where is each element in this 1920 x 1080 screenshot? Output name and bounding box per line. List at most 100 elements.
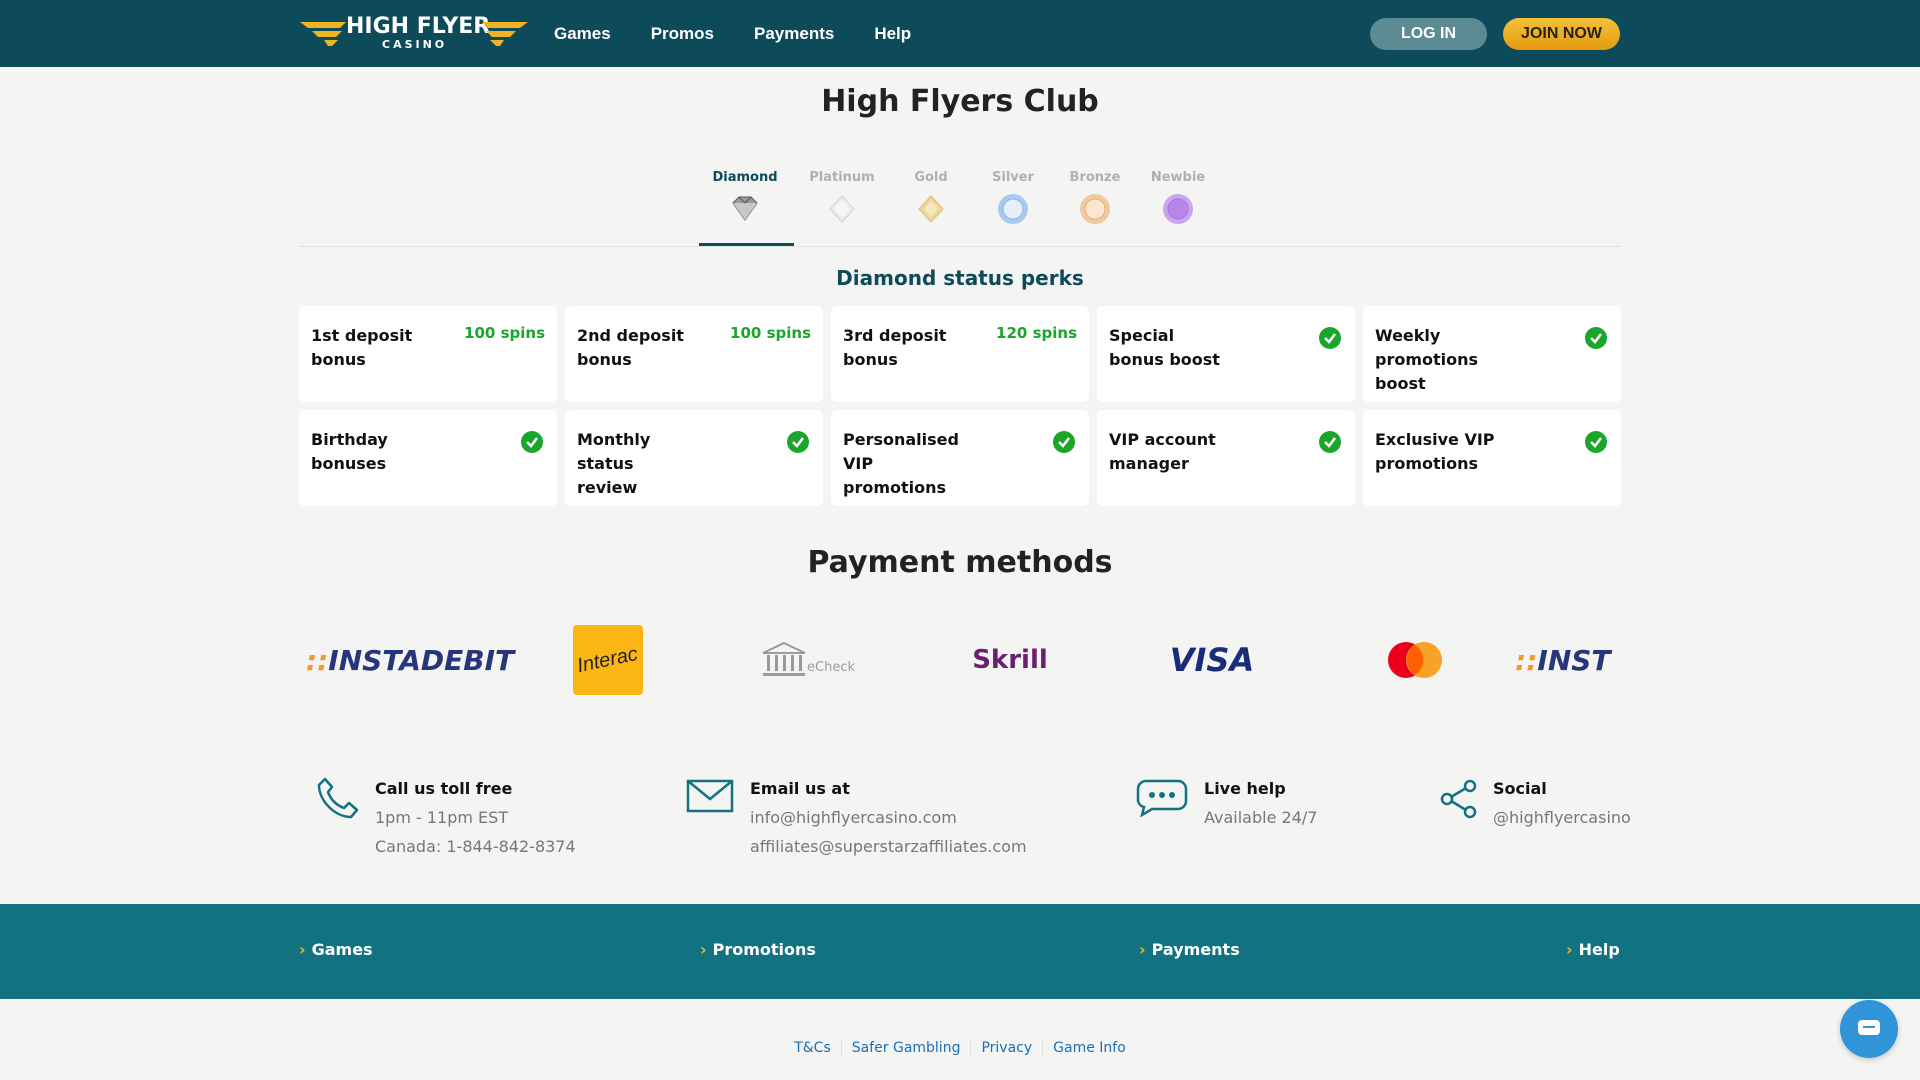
instadebit-logo: ::INSTADEBIT <box>305 643 515 677</box>
perk-card: Personalised VIP promotions <box>831 410 1089 506</box>
phone-icon <box>317 777 359 819</box>
tab-silver[interactable]: Silver <box>968 170 1058 226</box>
legal-safer-gambling[interactable]: Safer Gambling <box>840 1040 971 1056</box>
bronze-medal-icon <box>1080 194 1110 224</box>
contact-email-link[interactable]: info@highflyercasino.com <box>750 808 957 827</box>
interac-text: Interac <box>575 642 641 677</box>
tab-diamond[interactable]: Diamond <box>700 170 790 226</box>
contact-line: 1pm - 11pm EST <box>375 808 509 827</box>
left-wing-icon <box>300 22 346 46</box>
tab-gold[interactable]: Gold <box>886 170 976 226</box>
tier-tabs: Diamond Platinum Gold Silver Bronze Newb… <box>700 170 1220 246</box>
join-now-button[interactable]: JOIN NOW <box>1503 18 1620 50</box>
high-flyer-logo[interactable]: HIGH FLYER CASINO <box>298 14 532 54</box>
diamond-icon <box>732 196 758 221</box>
perk-card: Special bonus boost <box>1097 306 1355 402</box>
legal-links: T&Cs Safer Gambling Privacy Game Info <box>0 1040 1920 1056</box>
check-icon <box>1585 327 1607 349</box>
nav-help[interactable]: Help <box>874 24 911 44</box>
check-icon <box>787 431 809 453</box>
chevron-right-icon: › <box>299 940 306 959</box>
perk-label: 1st deposit bonus <box>311 326 413 369</box>
skrill-text: Skrill <box>972 645 1048 675</box>
nav-promos[interactable]: Promos <box>651 24 714 44</box>
right-wing-icon <box>482 22 528 46</box>
perk-card: 1st deposit bonus 100 spins <box>299 306 557 402</box>
perk-card: 2nd deposit bonus 100 spins <box>565 306 823 402</box>
perk-label: Monthly status review <box>577 430 651 497</box>
tab-label: Platinum <box>809 170 875 185</box>
footer-link-promotions[interactable]: › Promotions <box>700 940 816 959</box>
tabs-divider <box>299 246 1621 247</box>
perk-value: 100 spins <box>464 324 545 342</box>
visa-text: VISA <box>1169 641 1255 679</box>
footer-link-help[interactable]: › Help <box>1566 940 1620 959</box>
echeck-text: eCheck <box>807 659 855 675</box>
perk-label: 3rd deposit bonus <box>843 326 947 369</box>
perks-title: Diamond status perks <box>836 266 1084 290</box>
perk-label: Weekly promotions boost <box>1375 326 1479 393</box>
live-chat-button[interactable] <box>1840 1000 1898 1058</box>
legal-game-info[interactable]: Game Info <box>1042 1040 1136 1056</box>
tab-platinum[interactable]: Platinum <box>797 170 887 226</box>
legal-terms[interactable]: T&Cs <box>784 1040 841 1056</box>
perk-label: Birthday bonuses <box>311 430 388 473</box>
logo-subtitle: CASINO <box>382 38 448 51</box>
main-nav: Games Promos Payments Help <box>554 0 951 67</box>
nav-payments[interactable]: Payments <box>754 24 834 44</box>
check-icon <box>1585 431 1607 453</box>
social-handle-link[interactable]: @highflyercasino <box>1493 808 1631 827</box>
gold-icon <box>918 195 944 223</box>
perk-card: Birthday bonuses <box>299 410 557 506</box>
perk-value: 100 spins <box>730 324 811 342</box>
contact-line[interactable]: Canada: 1-844-842-8374 <box>375 837 576 856</box>
top-header: HIGH FLYER CASINO Games Promos Payments … <box>0 0 1920 67</box>
perk-label: Personalised VIP promotions <box>843 430 959 497</box>
contact-title: Call us toll free <box>375 779 513 798</box>
footer-nav-band <box>0 904 1920 999</box>
chevron-right-icon: › <box>1139 940 1146 959</box>
perk-card: Monthly status review <box>565 410 823 506</box>
chat-bubble-icon <box>1136 779 1188 817</box>
tab-newbie[interactable]: Newbie <box>1133 170 1223 226</box>
perk-card: 3rd deposit bonus 120 spins <box>831 306 1089 402</box>
check-icon <box>521 431 543 453</box>
check-icon <box>1319 431 1341 453</box>
perk-value: 120 spins <box>996 324 1077 342</box>
tab-label: Gold <box>914 170 948 185</box>
mastercard-icon <box>1388 642 1442 678</box>
check-icon <box>1053 431 1075 453</box>
perk-label: 2nd deposit bonus <box>577 326 684 369</box>
bank-icon <box>762 641 806 676</box>
nav-games[interactable]: Games <box>554 24 611 44</box>
tab-label: Diamond <box>712 170 778 185</box>
tab-bronze[interactable]: Bronze <box>1050 170 1140 226</box>
login-button[interactable]: LOG IN <box>1370 18 1487 50</box>
check-icon <box>1319 327 1341 349</box>
legal-privacy[interactable]: Privacy <box>970 1040 1042 1056</box>
contact-email-link[interactable]: affiliates@superstarzaffiliates.com <box>750 837 1027 856</box>
chevron-right-icon: › <box>1566 940 1573 959</box>
share-icon <box>1440 779 1477 819</box>
contact-title: Email us at <box>750 779 850 798</box>
tab-label: Silver <box>992 170 1034 185</box>
club-title: High Flyers Club <box>821 84 1099 119</box>
instadebit-text: INSTADEBIT <box>328 643 515 677</box>
inst-text: INST <box>1537 643 1611 677</box>
footer-link-payments[interactable]: › Payments <box>1139 940 1240 959</box>
perk-label: Special bonus boost <box>1109 326 1220 369</box>
perk-card: Exclusive VIP promotions <box>1363 410 1621 506</box>
contact-title: Social <box>1493 779 1547 798</box>
chat-icon <box>1858 1020 1880 1035</box>
newbie-medal-icon <box>1163 194 1193 224</box>
payments-title: Payment methods <box>807 545 1113 580</box>
skrill-logo: Skrill <box>960 620 1060 700</box>
footer-link-games[interactable]: › Games <box>299 940 373 959</box>
visa-logo: VISA <box>1162 620 1262 700</box>
mastercard-logo <box>1380 620 1450 700</box>
platinum-icon <box>829 195 855 223</box>
instadebit-logo-partial: ::INST <box>1515 643 1611 677</box>
perk-card: VIP account manager <box>1097 410 1355 506</box>
perk-card: Weekly promotions boost <box>1363 306 1621 402</box>
interac-logo: Interac <box>572 620 644 700</box>
